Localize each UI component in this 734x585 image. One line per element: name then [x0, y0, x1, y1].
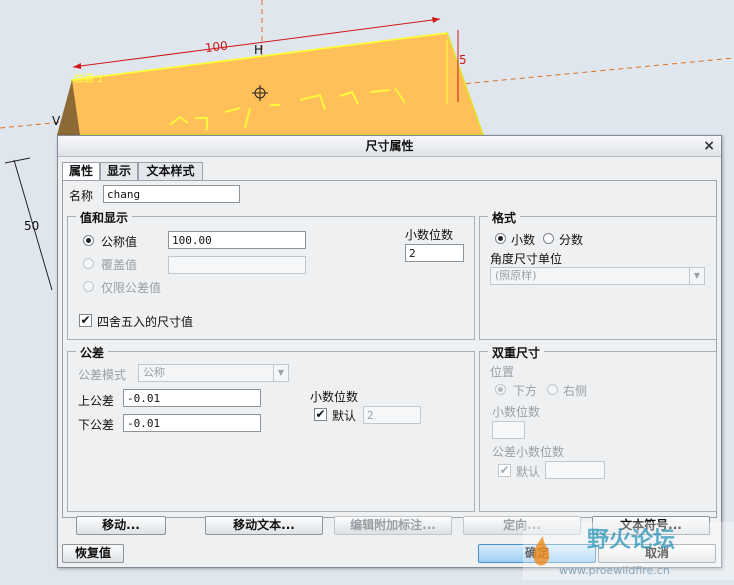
surface-label: 曲面 1	[74, 73, 104, 85]
dual-decimals-input[interactable]	[492, 421, 525, 439]
fraction-label: 分数	[559, 233, 584, 247]
name-label: 名称	[69, 189, 94, 203]
decimal-label: 小数	[511, 233, 536, 247]
forum-watermark: 野火论坛 www.proewildfire.cn	[523, 522, 734, 580]
dimension-properties-dialog: 尺寸属性 × 属性 显示 文本样式 名称 chang 值和显示 公称值 100.…	[57, 135, 722, 568]
tab-display[interactable]: 显示	[100, 162, 138, 180]
lower-tolerance-input[interactable]: -0.01	[123, 414, 261, 432]
dual-default-checkbox[interactable]: ✔	[498, 464, 511, 477]
right-radio[interactable]	[547, 384, 558, 395]
format-group: 格式 小数 分数 角度尺寸单位 (照原样) ▼	[479, 209, 717, 340]
override-label: 覆盖值	[101, 258, 138, 272]
value-display-title: 值和显示	[76, 209, 133, 226]
dual-dimension-group: 双重尺寸 位置 下方 右侧 小数位数 公差小数位数 ✔ 默认	[479, 344, 717, 512]
dialog-title: 尺寸属性	[365, 139, 414, 153]
tolerance-only-radio[interactable]	[83, 281, 94, 292]
decimals-label: 小数位数	[405, 228, 454, 242]
override-value-input[interactable]	[168, 256, 306, 274]
override-radio[interactable]	[83, 258, 94, 269]
value-display-group: 值和显示 公称值 100.00 覆盖值 仅限公差值 小数位数 2 ✔ 四舍五入的…	[67, 209, 475, 340]
lower-tolerance-label: 下公差	[78, 418, 115, 432]
round-label: 四舍五入的尺寸值	[97, 315, 194, 329]
dual-default-input[interactable]	[545, 461, 605, 479]
tolerance-group: 公差 公差模式 公称 ▼ 上公差 -0.01 下公差 -0.01 小数位数 ✔ 默…	[67, 344, 475, 512]
decimals-input[interactable]: 2	[405, 244, 464, 262]
fraction-radio[interactable]	[543, 233, 554, 244]
tolerance-default-checkbox[interactable]: ✔	[314, 408, 327, 421]
move-text-button[interactable]: 移动文本...	[205, 516, 323, 535]
watermark-url: www.proewildfire.cn	[559, 564, 670, 577]
dual-decimals-label: 小数位数	[492, 405, 541, 419]
properties-page: 名称 chang 值和显示 公称值 100.00 覆盖值 仅限公差值 小数位数 …	[62, 180, 717, 518]
tab-text-style[interactable]: 文本样式	[138, 162, 203, 180]
tolerance-mode-label: 公差模式	[78, 368, 127, 382]
below-radio[interactable]	[495, 384, 506, 395]
dim-right-label[interactable]: 5	[459, 53, 467, 67]
tolerance-only-label: 仅限公差值	[101, 281, 162, 295]
tab-properties[interactable]: 属性	[62, 162, 100, 182]
watermark-title: 野火论坛	[587, 527, 675, 553]
tolerance-default-label: 默认	[332, 409, 357, 423]
restore-values-button[interactable]: 恢复值	[62, 544, 124, 563]
close-icon[interactable]: ×	[703, 136, 715, 156]
angle-unit-select[interactable]: (照原样) ▼	[490, 267, 705, 285]
name-input[interactable]: chang	[103, 185, 240, 203]
angle-unit-label: 角度尺寸单位	[490, 252, 563, 266]
edit-attached-note-button[interactable]: 编辑附加标注...	[334, 516, 452, 535]
right-label: 右侧	[563, 384, 588, 398]
upper-tolerance-input[interactable]: -0.01	[123, 389, 261, 407]
dim-left-label[interactable]: 50	[24, 219, 39, 233]
move-button[interactable]: 移动...	[76, 516, 166, 535]
nominal-value-input[interactable]: 100.00	[168, 231, 306, 249]
dim-top-label[interactable]: 100	[204, 38, 228, 55]
upper-tolerance-label: 上公差	[78, 394, 115, 408]
chevron-down-icon: ▼	[273, 365, 288, 381]
position-label: 位置	[490, 365, 515, 379]
format-title: 格式	[488, 209, 521, 226]
nominal-label: 公称值	[101, 235, 138, 249]
dual-tol-decimals-label: 公差小数位数	[492, 445, 565, 459]
axis-v-label: V	[52, 114, 61, 128]
axis-h-label: H	[254, 43, 263, 57]
dual-dimension-title: 双重尺寸	[488, 344, 545, 361]
angle-unit-value: (照原样)	[495, 269, 537, 282]
tolerance-default-input[interactable]: 2	[363, 406, 421, 424]
decimal-radio[interactable]	[495, 233, 506, 244]
dialog-titlebar[interactable]: 尺寸属性 ×	[58, 136, 721, 157]
round-checkbox[interactable]: ✔	[79, 314, 92, 327]
chevron-down-icon: ▼	[689, 268, 704, 284]
tolerance-mode-select[interactable]: 公称 ▼	[138, 364, 289, 382]
tolerance-title: 公差	[76, 344, 109, 361]
tolerance-decimals-label: 小数位数	[310, 390, 359, 404]
dual-default-label: 默认	[516, 465, 541, 479]
tolerance-mode-value: 公称	[143, 366, 165, 379]
below-label: 下方	[513, 384, 538, 398]
nominal-radio[interactable]	[83, 235, 94, 246]
